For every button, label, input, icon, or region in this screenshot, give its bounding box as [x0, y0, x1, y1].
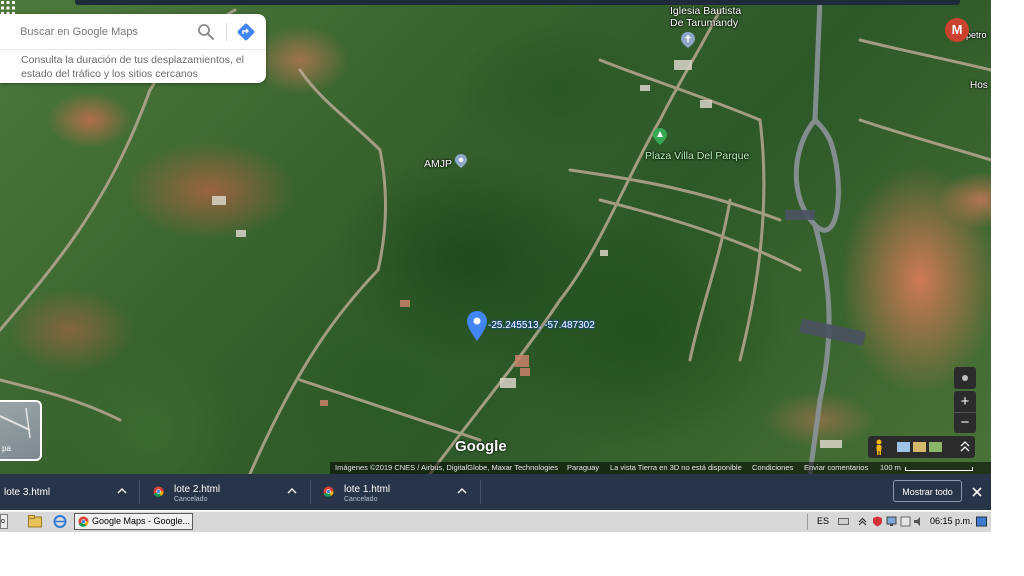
taskbar-window-title: Google Maps - Google...	[92, 516, 191, 526]
tray-separator	[807, 514, 808, 530]
download-filename: lote 2.html	[174, 484, 221, 495]
download-status: Cancelado	[174, 496, 208, 503]
label-plaza[interactable]: Plaza Villa Del Parque	[645, 150, 749, 162]
terms-link[interactable]: Condiciones	[752, 463, 793, 472]
chevron-up-icon[interactable]	[117, 486, 127, 496]
screen: Iglesia Bautista De Tarumandy Plaza Vill…	[0, 0, 1024, 576]
church-pin-icon[interactable]	[681, 32, 695, 48]
system-clock[interactable]: 06:15 p.m.	[930, 516, 973, 526]
plaza-pin-icon[interactable]	[653, 128, 667, 145]
start-button-stub[interactable]: o	[0, 514, 8, 529]
location-marker-icon[interactable]	[467, 311, 487, 341]
show-all-downloads-button[interactable]: Mostrar todo	[893, 480, 962, 502]
street-view-panel	[868, 436, 975, 458]
coordinates-label: -25.245513, -57.487302	[488, 320, 595, 331]
network-icon[interactable]	[886, 516, 897, 527]
google-logo: Google	[455, 438, 507, 455]
scale-label[interactable]: 100 m	[880, 463, 901, 472]
feedback-link[interactable]: Enviar comentarios	[804, 463, 868, 472]
label-church[interactable]: Iglesia Bautista De Tarumandy	[670, 5, 741, 29]
search-row	[0, 14, 266, 50]
attribution-3d: La vista Tierra en 3D no está disponible	[610, 463, 742, 472]
chrome-icon	[78, 516, 89, 527]
chrome-icon	[323, 486, 334, 497]
download-filename: lote 1.html	[344, 484, 391, 495]
browser-top-strip	[75, 0, 960, 5]
taskbar-window-chrome[interactable]: Google Maps - Google...	[74, 513, 193, 530]
chrome-icon	[153, 486, 164, 497]
volume-icon[interactable]	[913, 516, 924, 527]
attribution-country[interactable]: Paraguay	[567, 463, 599, 472]
folder-icon[interactable]	[28, 515, 42, 528]
close-icon[interactable]	[970, 485, 984, 499]
label-church-line1: Iglesia Bautista	[670, 5, 742, 17]
download-status: Cancelado	[344, 496, 378, 503]
download-item[interactable]: lote 1.html Cancelado	[310, 474, 480, 510]
chevron-up-icon[interactable]	[287, 486, 297, 496]
attribution-imagery: Imágenes ©2019 CNES / Airbus, DigitalGlo…	[335, 463, 559, 472]
search-hint: Consulta la duración de tus desplazamien…	[21, 54, 244, 80]
download-filename: lote 3.html	[4, 487, 51, 498]
my-location-icon	[962, 375, 968, 381]
windows-taskbar: o Google Maps - Google... ES 06:15 p.m.	[0, 511, 991, 532]
show-desktop-icon[interactable]	[976, 516, 987, 527]
pegman-icon[interactable]	[874, 439, 884, 455]
chevron-up-icon[interactable]	[457, 486, 467, 496]
label-petro: petro	[966, 30, 987, 40]
layer-toggle-thumbnail[interactable]: pa	[0, 400, 42, 461]
account-avatar[interactable]: M	[945, 18, 969, 42]
downloads-bar: lote 3.html lote 2.html Cancelado lote 1…	[0, 474, 991, 510]
directions-icon[interactable]	[236, 22, 256, 42]
zoom-in-button[interactable]: +	[954, 391, 976, 412]
show-hidden-icons-icon[interactable]	[857, 516, 868, 527]
search-input[interactable]	[18, 21, 192, 43]
download-item[interactable]: lote 3.html	[0, 474, 140, 510]
layer-thumb-label: pa	[2, 444, 11, 453]
search-card: Consulta la duración de tus desplazamien…	[0, 14, 266, 83]
internet-explorer-icon[interactable]	[53, 515, 67, 528]
map-layer-icon	[0, 408, 31, 438]
amjp-pin-icon[interactable]	[455, 154, 467, 168]
label-church-line2: De Tarumandy	[670, 17, 739, 29]
zoom-out-button[interactable]: −	[954, 412, 976, 433]
search-icon[interactable]	[196, 22, 216, 42]
imagery-thumbnails-icon[interactable]	[897, 441, 943, 453]
scale-bar	[905, 467, 973, 471]
label-hos: Hos	[970, 80, 988, 91]
flag-icon[interactable]	[900, 516, 911, 527]
label-amjp[interactable]: AMJP	[424, 158, 452, 170]
search-divider	[226, 23, 227, 41]
attribution-bar: Imágenes ©2019 CNES / Airbus, DigitalGlo…	[330, 462, 991, 474]
my-location-button[interactable]	[954, 367, 976, 389]
download-item[interactable]: lote 2.html Cancelado	[140, 474, 310, 510]
security-shield-icon[interactable]	[872, 516, 883, 527]
zoom-controls: + −	[954, 391, 976, 433]
expand-chevron-icon[interactable]	[960, 441, 970, 453]
language-indicator[interactable]: ES	[817, 516, 829, 526]
download-separator	[480, 480, 481, 504]
keyboard-icon[interactable]	[838, 516, 849, 527]
